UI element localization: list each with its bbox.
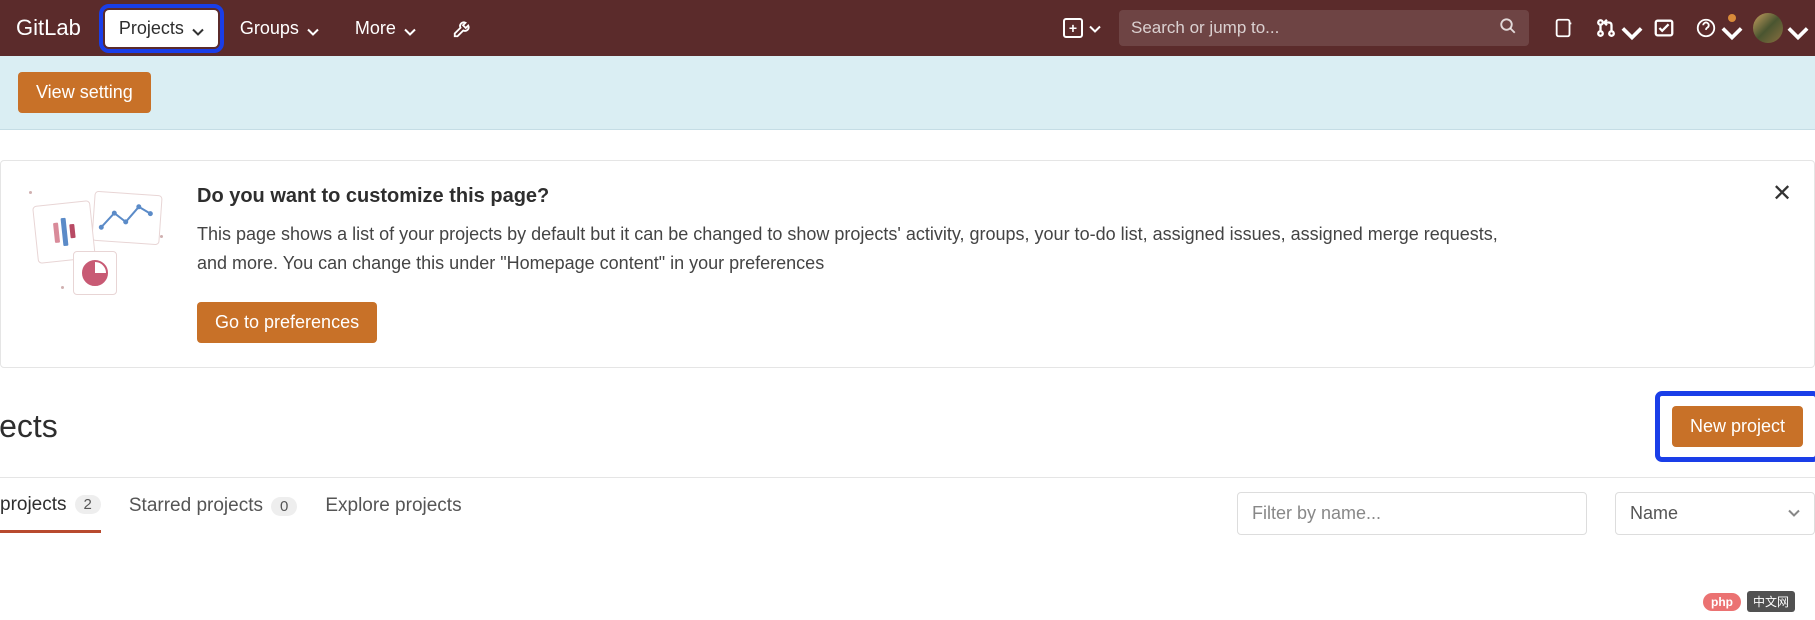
alert-banner: View setting	[0, 56, 1815, 130]
go-to-preferences-button[interactable]: Go to preferences	[197, 302, 377, 343]
nav-groups-label: Groups	[240, 18, 299, 39]
issues-icon[interactable]	[1553, 17, 1575, 39]
tab-your-projects[interactable]: projects 2	[0, 494, 101, 533]
customize-description: This page shows a list of your projects …	[197, 220, 1517, 278]
tab-starred-label: Starred projects	[129, 495, 263, 517]
chevron-down-icon	[192, 22, 204, 34]
new-dropdown[interactable]: +	[1053, 12, 1111, 44]
sort-selected: Name	[1630, 503, 1678, 524]
sort-dropdown[interactable]: Name	[1615, 492, 1815, 535]
tab-starred-projects[interactable]: Starred projects 0	[129, 495, 297, 531]
new-project-button[interactable]: New project	[1672, 406, 1803, 447]
brand-logo[interactable]: GitLab	[16, 15, 81, 41]
tab-explore-label: Explore projects	[325, 495, 461, 517]
plus-icon: +	[1063, 18, 1083, 38]
chevron-down-icon	[1621, 22, 1633, 34]
chevron-down-icon	[1089, 22, 1101, 34]
merge-requests-icon[interactable]	[1595, 17, 1633, 39]
nav-more[interactable]: More	[341, 10, 430, 47]
user-menu[interactable]	[1753, 13, 1799, 43]
tab-your-label: projects	[0, 494, 67, 516]
close-icon[interactable]: ✕	[1768, 179, 1796, 207]
search-box[interactable]	[1119, 10, 1529, 46]
notification-dot-icon	[1728, 14, 1736, 22]
watermark-box: 中文网	[1747, 591, 1795, 612]
chevron-down-icon	[1721, 22, 1733, 34]
search-icon	[1499, 17, 1517, 40]
tab-starred-count: 0	[271, 497, 297, 516]
todos-icon[interactable]	[1653, 17, 1675, 39]
nav-projects-label: Projects	[119, 18, 184, 39]
watermark-pill: php	[1703, 593, 1741, 611]
view-setting-button[interactable]: View setting	[18, 72, 151, 113]
nav-groups[interactable]: Groups	[226, 10, 333, 47]
help-icon[interactable]	[1695, 17, 1733, 39]
admin-wrench-icon[interactable]	[438, 9, 488, 47]
top-navbar: GitLab Projects Groups More +	[0, 0, 1815, 56]
chevron-down-icon	[1788, 503, 1800, 524]
customize-title: Do you want to customize this page?	[197, 185, 1790, 208]
projects-header: jects New project	[0, 368, 1815, 478]
tab-explore-projects[interactable]: Explore projects	[325, 495, 461, 531]
search-input[interactable]	[1131, 18, 1491, 38]
chevron-down-icon	[1787, 22, 1799, 34]
new-project-highlight: New project	[1660, 396, 1815, 457]
navbar-right-icons	[1553, 13, 1799, 43]
nav-more-label: More	[355, 18, 396, 39]
chevron-down-icon	[307, 22, 319, 34]
page-title: jects	[0, 408, 58, 445]
watermark: php 中文网	[1703, 591, 1795, 612]
customize-illustration-icon	[25, 185, 165, 295]
filter-input[interactable]	[1237, 492, 1587, 535]
nav-projects[interactable]: Projects	[105, 10, 218, 47]
tab-your-count: 2	[75, 495, 101, 514]
chevron-down-icon	[404, 22, 416, 34]
avatar	[1753, 13, 1783, 43]
tabs-row: projects 2 Starred projects 0 Explore pr…	[0, 478, 1815, 535]
customize-panel: Do you want to customize this page? This…	[0, 160, 1815, 368]
